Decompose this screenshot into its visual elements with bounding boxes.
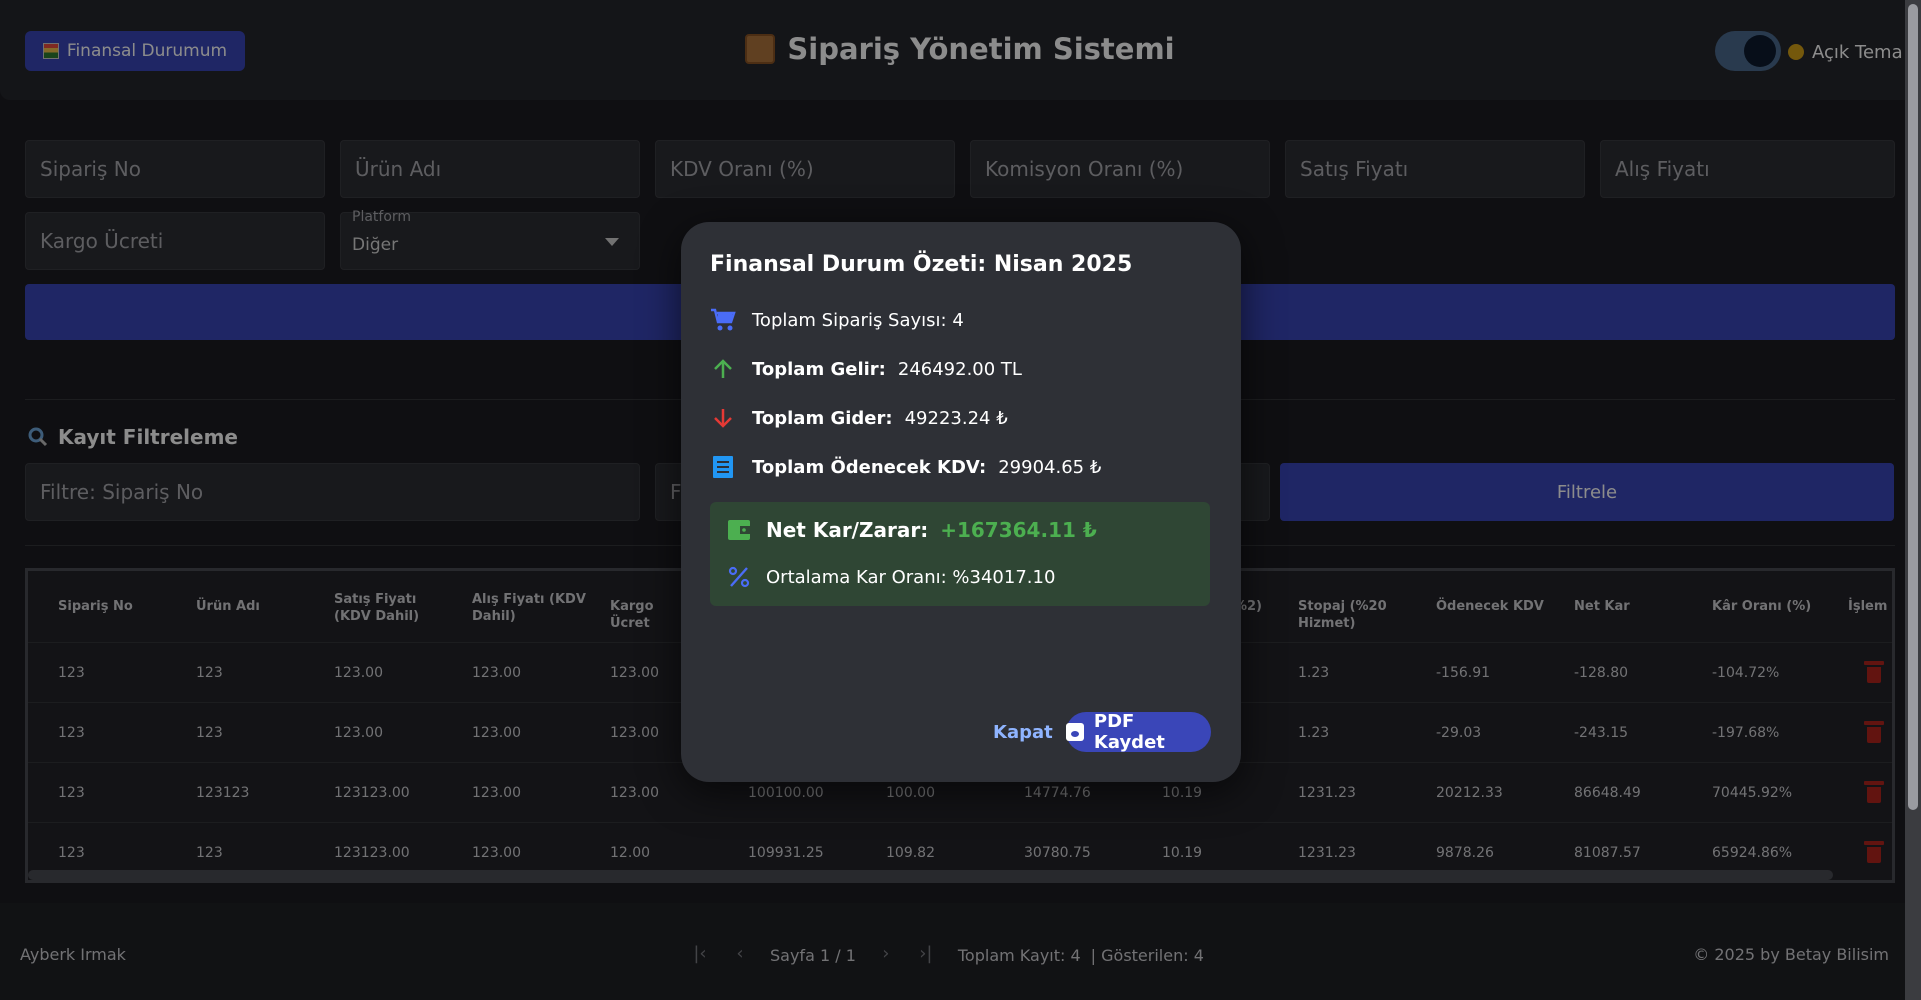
avg-profit-row: Ortalama Kar Oranı: %34017.10 (726, 564, 1055, 590)
avg-profit-text: Ortalama Kar Oranı: %34017.10 (766, 566, 1056, 588)
financial-summary-dialog: Finansal Durum Özeti: Nisan 2025 Toplam … (681, 222, 1241, 782)
arrow-up-icon (710, 356, 736, 382)
arrow-down-icon (710, 405, 736, 431)
vat-label: Toplam Ödenecek KDV: (752, 456, 987, 478)
expense-value: 49223.24 ₺ (904, 407, 1008, 429)
save-icon (1066, 723, 1084, 741)
orders-count-row: Toplam Sipariş Sayısı: 4 (710, 307, 964, 333)
net-profit-label: Net Kar/Zarar: (766, 518, 929, 542)
orders-count-text: Toplam Sipariş Sayısı: 4 (752, 309, 964, 331)
pdf-save-label: PDF Kaydet (1093, 711, 1165, 753)
dialog-title: Finansal Durum Özeti: Nisan 2025 (710, 252, 1133, 277)
income-value: 246492.00 TL (897, 358, 1022, 380)
percent-icon (726, 564, 752, 590)
income-label: Toplam Gelir: (752, 358, 886, 380)
vat-row: Toplam Ödenecek KDV: 29904.65 ₺ (710, 454, 1101, 480)
close-button[interactable]: Kapat (993, 722, 1053, 743)
pdf-save-button[interactable]: PDF Kaydet (1066, 711, 1211, 753)
expense-label: Toplam Gider: (752, 407, 893, 429)
scrollbar-thumb[interactable] (1908, 4, 1918, 810)
vat-value: 29904.65 ₺ (998, 456, 1102, 478)
net-profit-value: +167364.11 ₺ (940, 518, 1097, 542)
receipt-icon (710, 454, 736, 480)
net-profit-row: Net Kar/Zarar: +167364.11 ₺ (726, 517, 1097, 543)
net-profit-box: Net Kar/Zarar: +167364.11 ₺ Ortalama Kar… (710, 502, 1210, 606)
vertical-scrollbar[interactable] (1905, 0, 1921, 1000)
expense-row: Toplam Gider: 49223.24 ₺ (710, 405, 1008, 431)
cart-icon (710, 307, 736, 333)
wallet-icon (726, 517, 752, 543)
income-row: Toplam Gelir: 246492.00 TL (710, 356, 1022, 382)
